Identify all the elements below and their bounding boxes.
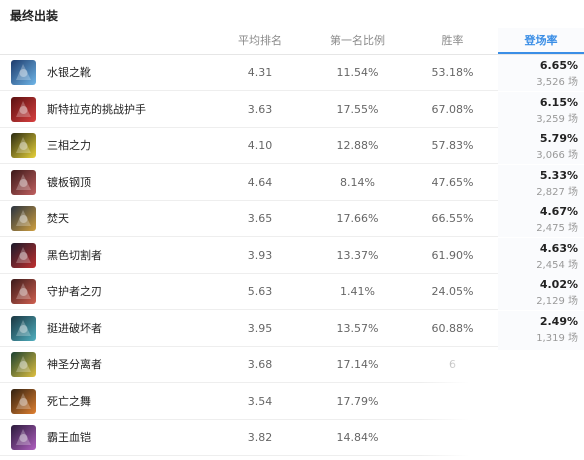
avg-rank-value: 3.82 [247, 431, 273, 444]
pick-rate-cell: 4.63% 2,454 场 [498, 237, 584, 274]
armor-icon [11, 425, 36, 450]
win-rate-value: 57.83% [431, 139, 474, 152]
pick-rate-cell: 2.49% 1,319 场 [498, 310, 584, 347]
pick-rate-cell: 6.65% 3,526 场 [498, 55, 584, 91]
section-title: 最终出装 [10, 9, 59, 23]
item-name: 焚天 [47, 212, 69, 225]
col-win-rate[interactable]: 胜率 [410, 28, 495, 54]
game-count: 3,066 场 [536, 150, 578, 161]
game-count: 2,454 场 [536, 259, 578, 271]
col-first-rate[interactable]: 第一名比例 [310, 28, 405, 54]
win-rate-value: 60.88% [431, 321, 474, 335]
item-name: 镀板钢顶 [47, 175, 91, 189]
avg-rank-value: 3.93 [247, 248, 273, 262]
item-name: 三相之力 [47, 139, 91, 152]
first-rate-value: 17.79% [336, 394, 379, 408]
pick-rate-value: 6.65% [539, 59, 578, 72]
item-name: 守护者之刃 [47, 285, 102, 298]
avg-rank-value: 4.10 [247, 139, 273, 152]
win-rate-value: 24.05% [431, 285, 474, 298]
dance-icon [11, 388, 36, 414]
table-row[interactable]: 水银之靴 4.31 11.54% 53.18% 6.65% 3,526 场 [0, 55, 584, 91]
pick-rate-value: 5.79% [539, 132, 578, 145]
table-row[interactable]: 焚天 3.65 17.66% 66.55% 4.67% 2,475 场 [0, 201, 584, 237]
first-rate-value: 13.37% [336, 248, 379, 262]
table-row[interactable]: 守护者之刃 5.63 1.41% 24.05% 4.02% 2,129 场 [0, 274, 584, 310]
win-rate-value: 67.08% [431, 102, 474, 116]
avg-rank-value: 3.54 [247, 394, 273, 408]
first-rate-value: 17.66% [336, 212, 379, 225]
breaker-icon [11, 315, 36, 341]
pick-rate-value: 4.63% [539, 241, 578, 255]
table-header: 平均排名 第一名比例 胜率 登场率 [0, 28, 584, 54]
pick-rate-cell: 4.02% 2,129 场 [498, 274, 584, 310]
avg-rank-value: 3.68 [247, 358, 273, 371]
pick-rate-cell: 4.67% 2,475 场 [498, 201, 584, 237]
first-rate-value: 8.14% [340, 175, 375, 189]
sword-icon [11, 206, 36, 231]
col-avg-rank[interactable]: 平均排名 [220, 28, 300, 54]
item-name: 死亡之舞 [47, 394, 91, 408]
boots-icon [11, 60, 36, 85]
game-count: 1,319 场 [536, 332, 578, 344]
blade-icon [11, 279, 36, 304]
item-name: 斯特拉克的挑战护手 [47, 102, 146, 116]
first-rate-value: 13.57% [336, 321, 379, 335]
table-row[interactable]: 黑色切割者 3.93 13.37% 61.90% 4.63% 2,454 场 [0, 237, 584, 274]
table-row[interactable]: 三相之力 4.10 12.88% 57.83% 5.79% 3,066 场 [0, 128, 584, 164]
avg-rank-value: 5.63 [247, 285, 273, 298]
pick-rate-cell: 5.79% 3,066 场 [498, 128, 584, 164]
game-count: 2,475 场 [536, 223, 578, 234]
avg-rank-value: 3.95 [247, 321, 273, 335]
first-rate-value: 14.84% [336, 431, 379, 444]
first-rate-value: 11.54% [336, 66, 379, 79]
game-count: 2,129 场 [536, 296, 578, 307]
win-rate-value: 47.65% [431, 175, 474, 189]
pick-rate-value: 6.15% [539, 95, 578, 109]
avg-rank-value: 4.31 [247, 66, 273, 79]
first-rate-value: 17.55% [336, 102, 379, 116]
pick-rate-value: 4.02% [539, 278, 578, 291]
win-rate-value: 53.18% [431, 66, 474, 79]
item-name: 黑色切割者 [47, 248, 102, 262]
pick-rate-value: 2.49% [539, 314, 578, 328]
table-row[interactable]: 斯特拉克的挑战护手 3.63 17.55% 67.08% 6.15% 3,259 场 [0, 91, 584, 128]
axe-icon [11, 242, 36, 268]
item-name: 霸王血铠 [47, 431, 91, 444]
table-row[interactable]: 镀板钢顶 4.64 8.14% 47.65% 5.33% 2,827 场 [0, 164, 584, 201]
game-count: 2,827 场 [536, 186, 578, 198]
avg-rank-value: 4.64 [247, 175, 273, 189]
table-row[interactable]: 挺进破坏者 3.95 13.57% 60.88% 2.49% 1,319 场 [0, 310, 584, 347]
first-rate-value: 17.14% [336, 358, 379, 371]
pick-rate-cell: 5.33% 2,827 场 [498, 164, 584, 201]
game-count: 3,526 场 [536, 77, 578, 88]
first-rate-value: 12.88% [336, 139, 379, 152]
triforce-icon [11, 133, 36, 158]
game-count: 3,259 场 [536, 113, 578, 125]
pick-rate-value: 4.67% [539, 205, 578, 218]
pick-rate-cell: 6.15% 3,259 场 [498, 91, 584, 128]
item-name: 挺进破坏者 [47, 321, 102, 335]
divine-icon [11, 352, 36, 377]
helmet-icon [11, 169, 36, 195]
gauntlet-icon [11, 96, 36, 122]
pick-rate-value: 5.33% [539, 168, 578, 182]
item-name: 水银之靴 [47, 66, 91, 79]
win-rate-value: 61.90% [431, 248, 474, 262]
item-name: 神圣分离者 [47, 358, 102, 371]
avg-rank-value: 3.65 [247, 212, 273, 225]
col-pick-rate[interactable]: 登场率 [498, 28, 584, 54]
win-rate-value: 66.55% [431, 212, 474, 225]
avg-rank-value: 3.63 [247, 102, 273, 116]
first-rate-value: 1.41% [340, 285, 375, 298]
faded-overlay [420, 350, 584, 460]
